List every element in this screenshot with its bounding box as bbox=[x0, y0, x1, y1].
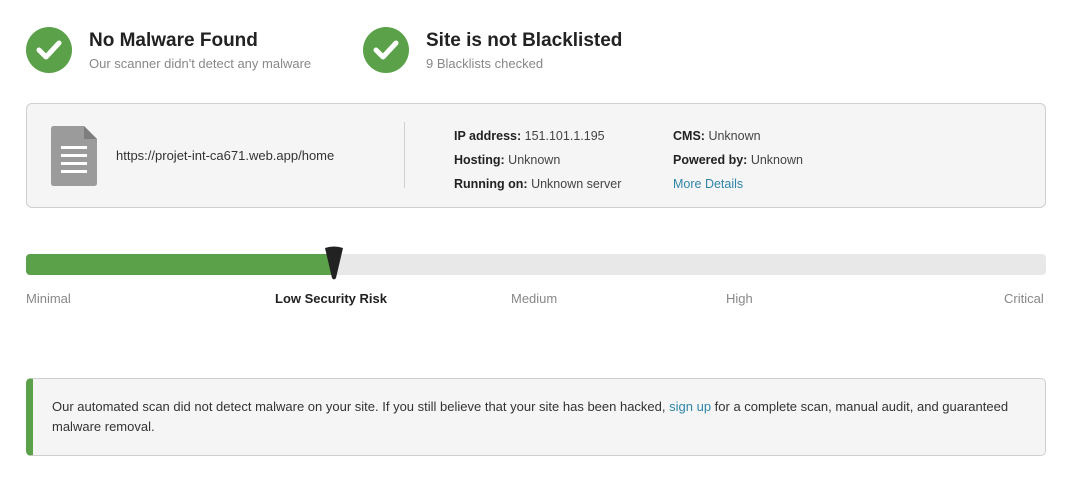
scan-notice: Our automated scan did not detect malwar… bbox=[26, 378, 1046, 456]
card-divider bbox=[404, 122, 405, 188]
risk-level-critical: Critical bbox=[1004, 291, 1044, 306]
blacklist-status: Site is not Blacklisted 9 Blacklists che… bbox=[363, 27, 622, 73]
blacklist-status-subtitle: 9 Blacklists checked bbox=[426, 56, 544, 71]
blacklist-status-title: Site is not Blacklisted bbox=[426, 30, 623, 51]
running-on-value: Unknown server bbox=[531, 177, 622, 191]
risk-level-minimal: Minimal bbox=[26, 291, 71, 306]
risk-meter-track bbox=[26, 254, 1046, 275]
site-url: https://projet-int-ca671.web.app/home bbox=[116, 148, 335, 163]
check-icon bbox=[26, 27, 72, 73]
hosting-value: Unknown bbox=[508, 153, 561, 167]
risk-level-low: Low Security Risk bbox=[275, 291, 387, 306]
site-info-card: https://projet-int-ca671.web.app/home IP… bbox=[26, 103, 1046, 208]
hosting-label: Hosting: bbox=[454, 153, 505, 167]
hosting-row: Hosting: Unknown bbox=[454, 148, 621, 172]
risk-meter-needle-icon bbox=[324, 246, 344, 285]
info-column-platform: CMS: Unknown Powered by: Unknown More De… bbox=[673, 124, 803, 196]
malware-status-title: No Malware Found bbox=[89, 30, 258, 51]
malware-status: No Malware Found Our scanner didn't dete… bbox=[26, 27, 311, 73]
notice-text-before: Our automated scan did not detect malwar… bbox=[52, 399, 670, 414]
cms-value: Unknown bbox=[708, 129, 761, 143]
powered-by-value: Unknown bbox=[750, 153, 803, 167]
running-on-row: Running on: Unknown server bbox=[454, 172, 621, 196]
more-details-link[interactable]: More Details bbox=[673, 177, 743, 191]
risk-level-high: High bbox=[726, 291, 753, 306]
cms-row: CMS: Unknown bbox=[673, 124, 803, 148]
powered-by-label: Powered by: bbox=[673, 153, 748, 167]
check-icon bbox=[363, 27, 409, 73]
ip-address-label: IP address: bbox=[454, 129, 522, 143]
info-column-network: IP address: 151.101.1.195 Hosting: Unkno… bbox=[454, 124, 621, 196]
powered-by-row: Powered by: Unknown bbox=[673, 148, 803, 172]
risk-meter-fill bbox=[26, 254, 332, 275]
running-on-label: Running on: bbox=[454, 177, 528, 191]
sign-up-link[interactable]: sign up bbox=[669, 399, 711, 414]
document-icon bbox=[51, 126, 97, 191]
ip-address-row: IP address: 151.101.1.195 bbox=[454, 124, 621, 148]
malware-status-subtitle: Our scanner didn't detect any malware bbox=[89, 56, 312, 71]
cms-label: CMS: bbox=[673, 129, 705, 143]
ip-address-value: 151.101.1.195 bbox=[524, 129, 605, 143]
risk-level-medium: Medium bbox=[511, 291, 558, 306]
status-row: No Malware Found Our scanner didn't dete… bbox=[26, 27, 622, 73]
